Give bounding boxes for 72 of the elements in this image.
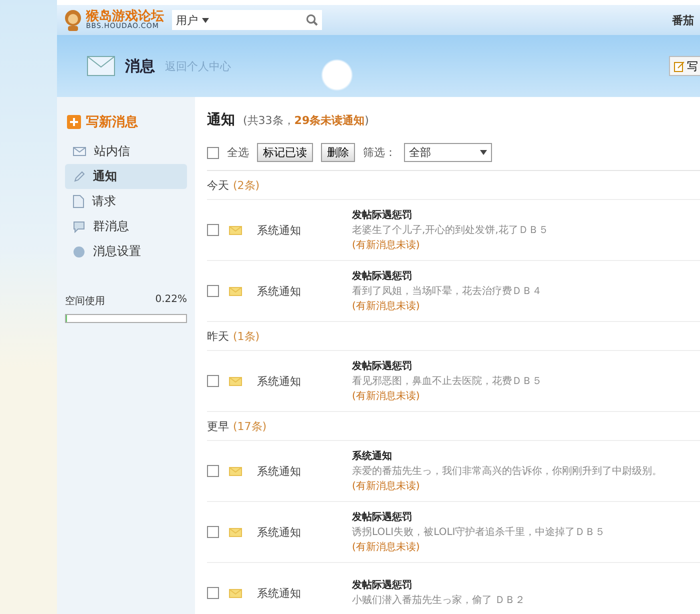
envelope-icon (229, 466, 242, 476)
message-text: 看见邪恶图，鼻血不止去医院，花费ＤＢ５ (352, 374, 542, 388)
message-title[interactable]: 发帖际遇惩罚 (352, 579, 526, 592)
envelope-icon (229, 286, 242, 296)
plus-icon (67, 115, 81, 129)
checkbox[interactable] (207, 224, 219, 236)
message-title[interactable]: 发帖际遇惩罚 (352, 208, 548, 222)
message-text: 老婆生了个儿子,开心的到处发饼,花了ＤＢ５ (352, 224, 548, 236)
toolbar-button[interactable]: 标记已读 (257, 143, 313, 162)
space-usage-label: 空间使用 (65, 294, 105, 308)
logo-text: 猴岛游戏论坛 (86, 10, 164, 23)
envelope-icon (229, 588, 242, 598)
sidebar-item[interactable]: 站内信 (65, 139, 187, 164)
message-text: 亲爱的番茄先生っ，我们非常高兴的告诉你，你刚刚升到了中尉级别。 (352, 464, 662, 478)
checkbox[interactable] (207, 146, 219, 158)
compose-button[interactable]: 写 (669, 56, 700, 76)
document-icon (73, 195, 84, 208)
caret-icon (202, 18, 209, 22)
sender: 系统通知 (257, 374, 302, 388)
sidebar-item[interactable]: 消息设置 (65, 239, 187, 264)
pencil-icon (73, 170, 85, 182)
sidebar-item[interactable]: 请求 (65, 189, 187, 214)
group-count: (2条) (233, 178, 260, 192)
message-title[interactable]: 发帖际遇惩罚 (352, 270, 542, 282)
filter-label: 筛选： (363, 145, 396, 160)
message-title[interactable]: 系统通知 (352, 450, 662, 462)
unread-note: (有新消息未读) (352, 238, 421, 252)
message-text: 诱拐LOLI失败，被LOLI守护者追杀千里，中途掉了ＤＢ５ (352, 526, 606, 538)
group-heading: 更早 (207, 418, 229, 434)
search-scope-dropdown[interactable]: 用户 (176, 12, 198, 28)
search-icon[interactable] (306, 14, 318, 26)
sender: 系统通知 (257, 284, 302, 298)
caret-icon (480, 150, 487, 155)
group-count: (17条) (233, 418, 267, 434)
message-title[interactable]: 发帖际遇惩罚 (352, 360, 542, 372)
checkbox[interactable] (207, 526, 219, 538)
envelope-icon (229, 376, 242, 386)
envelope-icon (87, 56, 115, 76)
sidebar-item[interactable]: 群消息 (65, 214, 187, 239)
select-all-label: 全选 (227, 145, 249, 160)
sender: 系统通知 (257, 586, 302, 600)
checkbox[interactable] (207, 375, 219, 387)
page-title: 消息 (125, 56, 155, 76)
sidebar-item[interactable]: 通知 (65, 164, 187, 189)
checkbox[interactable] (207, 285, 219, 297)
envelope-icon (229, 226, 242, 234)
checkbox[interactable] (207, 587, 219, 599)
speech-bubble-icon (73, 220, 85, 232)
filter-dropdown[interactable]: 全部 (404, 143, 492, 162)
unread-note: (有新消息未读) (352, 300, 421, 312)
unread-note: (有新消息未读) (352, 540, 421, 554)
envelope-icon (229, 528, 242, 536)
group-count: (1条) (233, 328, 260, 344)
message-text: 看到了凤姐，当场吓晕，花去治疗费ＤＢ４ (352, 284, 542, 298)
toolbar-button[interactable]: 删除 (321, 143, 355, 162)
sender: 系统通知 (257, 464, 302, 478)
space-usage-reading: 0.22% (155, 294, 187, 307)
envelope-icon (73, 147, 86, 156)
message-text: 小贼们潜入番茄先生っ家，偷了 ＤＢ２ (352, 594, 526, 607)
edit-icon (674, 60, 685, 72)
checkbox[interactable] (207, 465, 219, 477)
unread-note: (有新消息未读) (352, 480, 421, 492)
message-title[interactable]: 发帖际遇惩罚 (352, 510, 606, 524)
group-heading: 今天 (207, 178, 229, 192)
unread-note: (有新消息未读) (352, 390, 421, 402)
username[interactable]: 番茄 (672, 12, 694, 28)
section-title: 通知 (207, 111, 235, 129)
group-heading: 昨天 (207, 328, 229, 344)
notification-summary: (共33条，29条未读通知) (243, 113, 369, 128)
search-field[interactable]: 用户 (172, 10, 322, 30)
sender: 系统通知 (257, 524, 302, 540)
sender: 系统通知 (257, 222, 302, 238)
